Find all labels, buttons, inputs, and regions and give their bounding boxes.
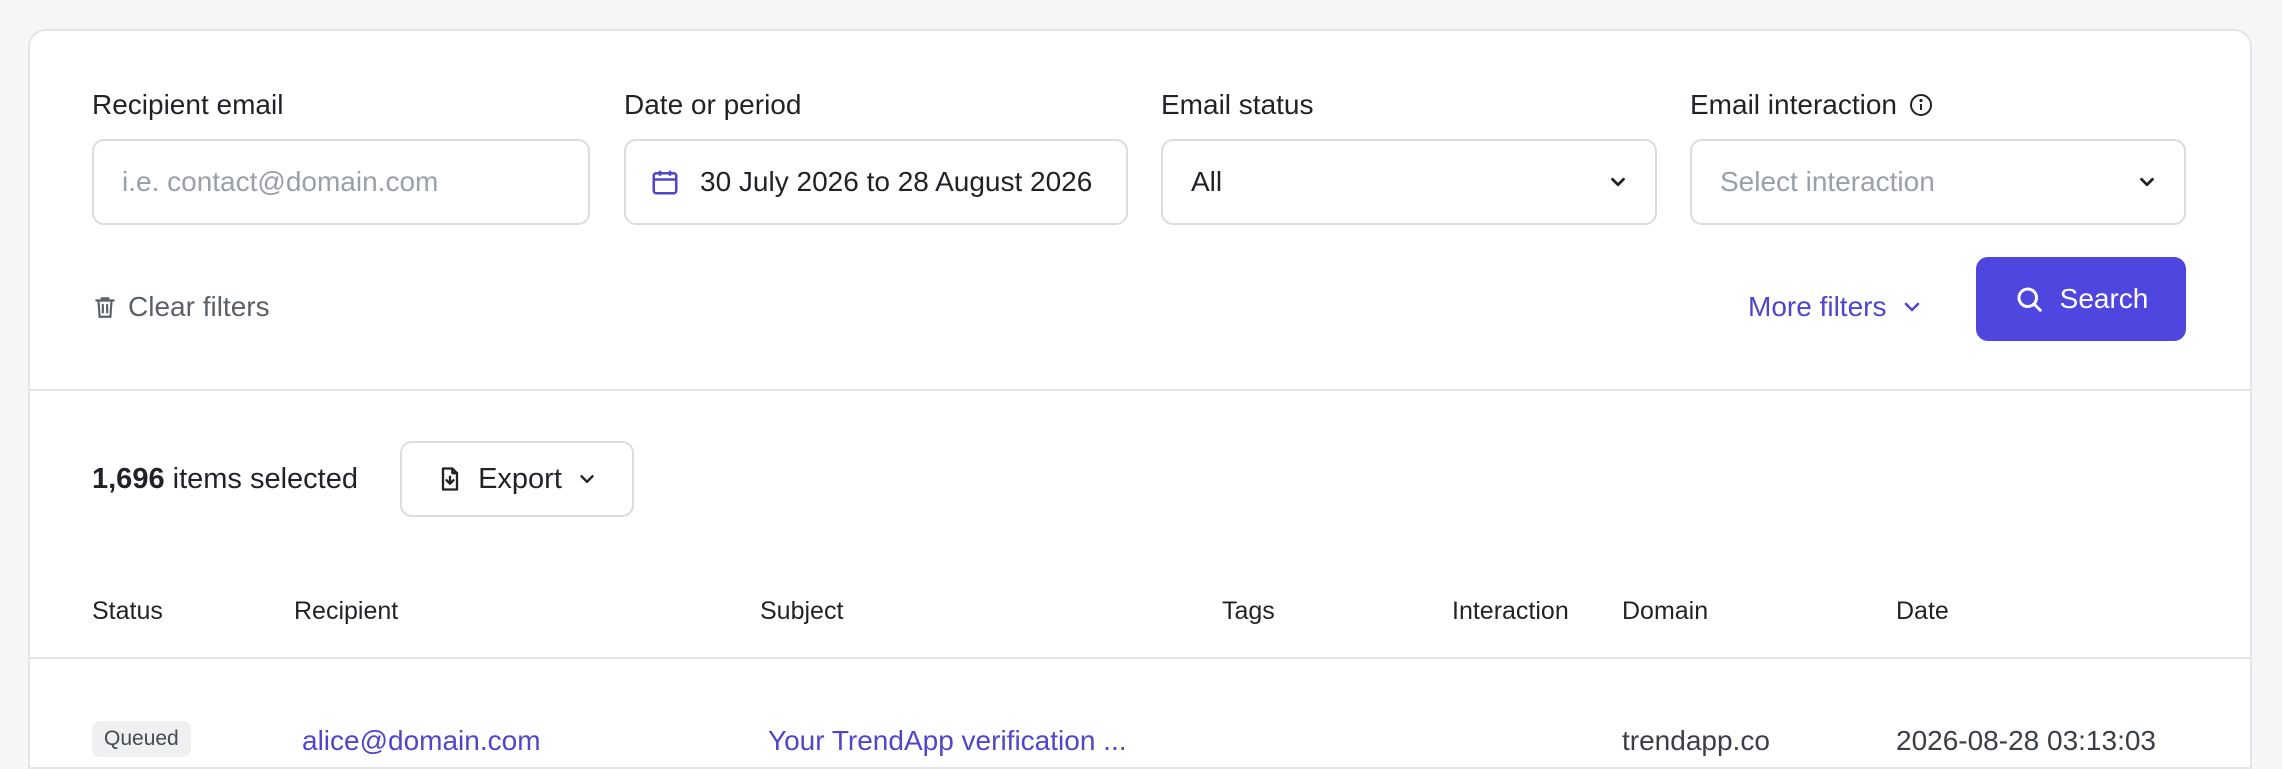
info-icon[interactable] [1909, 93, 1933, 117]
email-status-select[interactable]: All [1161, 139, 1657, 225]
file-export-icon [436, 465, 464, 493]
table-header-divider [30, 657, 2250, 659]
subject-link[interactable]: Your TrendApp verification ... [768, 725, 1127, 757]
export-button[interactable]: Export [400, 441, 634, 517]
email-logs-card: Recipient email Date or period Email sta… [28, 29, 2252, 769]
recipient-email-label: Recipient email [92, 89, 284, 120]
email-status-label: Email status [1161, 89, 1314, 120]
status-badge: Queued [92, 721, 191, 757]
chevron-down-icon [1900, 295, 1924, 319]
column-header-recipient[interactable]: Recipient [294, 597, 398, 626]
section-divider [30, 389, 2250, 391]
email-interaction-label: Email interaction [1690, 89, 1933, 121]
domain-cell: trendapp.co [1622, 725, 1770, 756]
chevron-down-icon [1607, 171, 1629, 193]
search-button[interactable]: Search [1976, 257, 2186, 341]
items-selected-count: 1,696 items selected [92, 463, 358, 495]
chevron-down-icon [2136, 171, 2158, 193]
column-header-date[interactable]: Date [1896, 597, 1949, 626]
more-filters-button[interactable]: More filters [1748, 291, 1924, 323]
date-period-label: Date or period [624, 89, 802, 120]
recipient-link[interactable]: alice@domain.com [302, 725, 541, 757]
date-cell: 2026-08-28 03:13:03 [1896, 725, 2156, 756]
column-header-domain[interactable]: Domain [1622, 597, 1708, 626]
email-interaction-select[interactable]: Select interaction [1690, 139, 2186, 225]
trash-icon [92, 294, 118, 320]
search-icon [2014, 284, 2044, 314]
recipient-email-input[interactable]: i.e. contact@domain.com [92, 139, 590, 225]
table-row[interactable]: Queued alice@domain.com Your TrendApp ve… [30, 661, 2250, 769]
date-period-picker[interactable]: 30 July 2026 to 28 August 2026 [624, 139, 1128, 225]
clear-filters-button[interactable]: Clear filters [92, 291, 270, 323]
calendar-icon [650, 167, 680, 197]
column-header-interaction[interactable]: Interaction [1452, 597, 1569, 626]
column-header-subject[interactable]: Subject [760, 597, 843, 626]
chevron-down-icon [576, 468, 598, 490]
column-header-status[interactable]: Status [92, 597, 163, 626]
column-header-tags[interactable]: Tags [1222, 597, 1275, 626]
